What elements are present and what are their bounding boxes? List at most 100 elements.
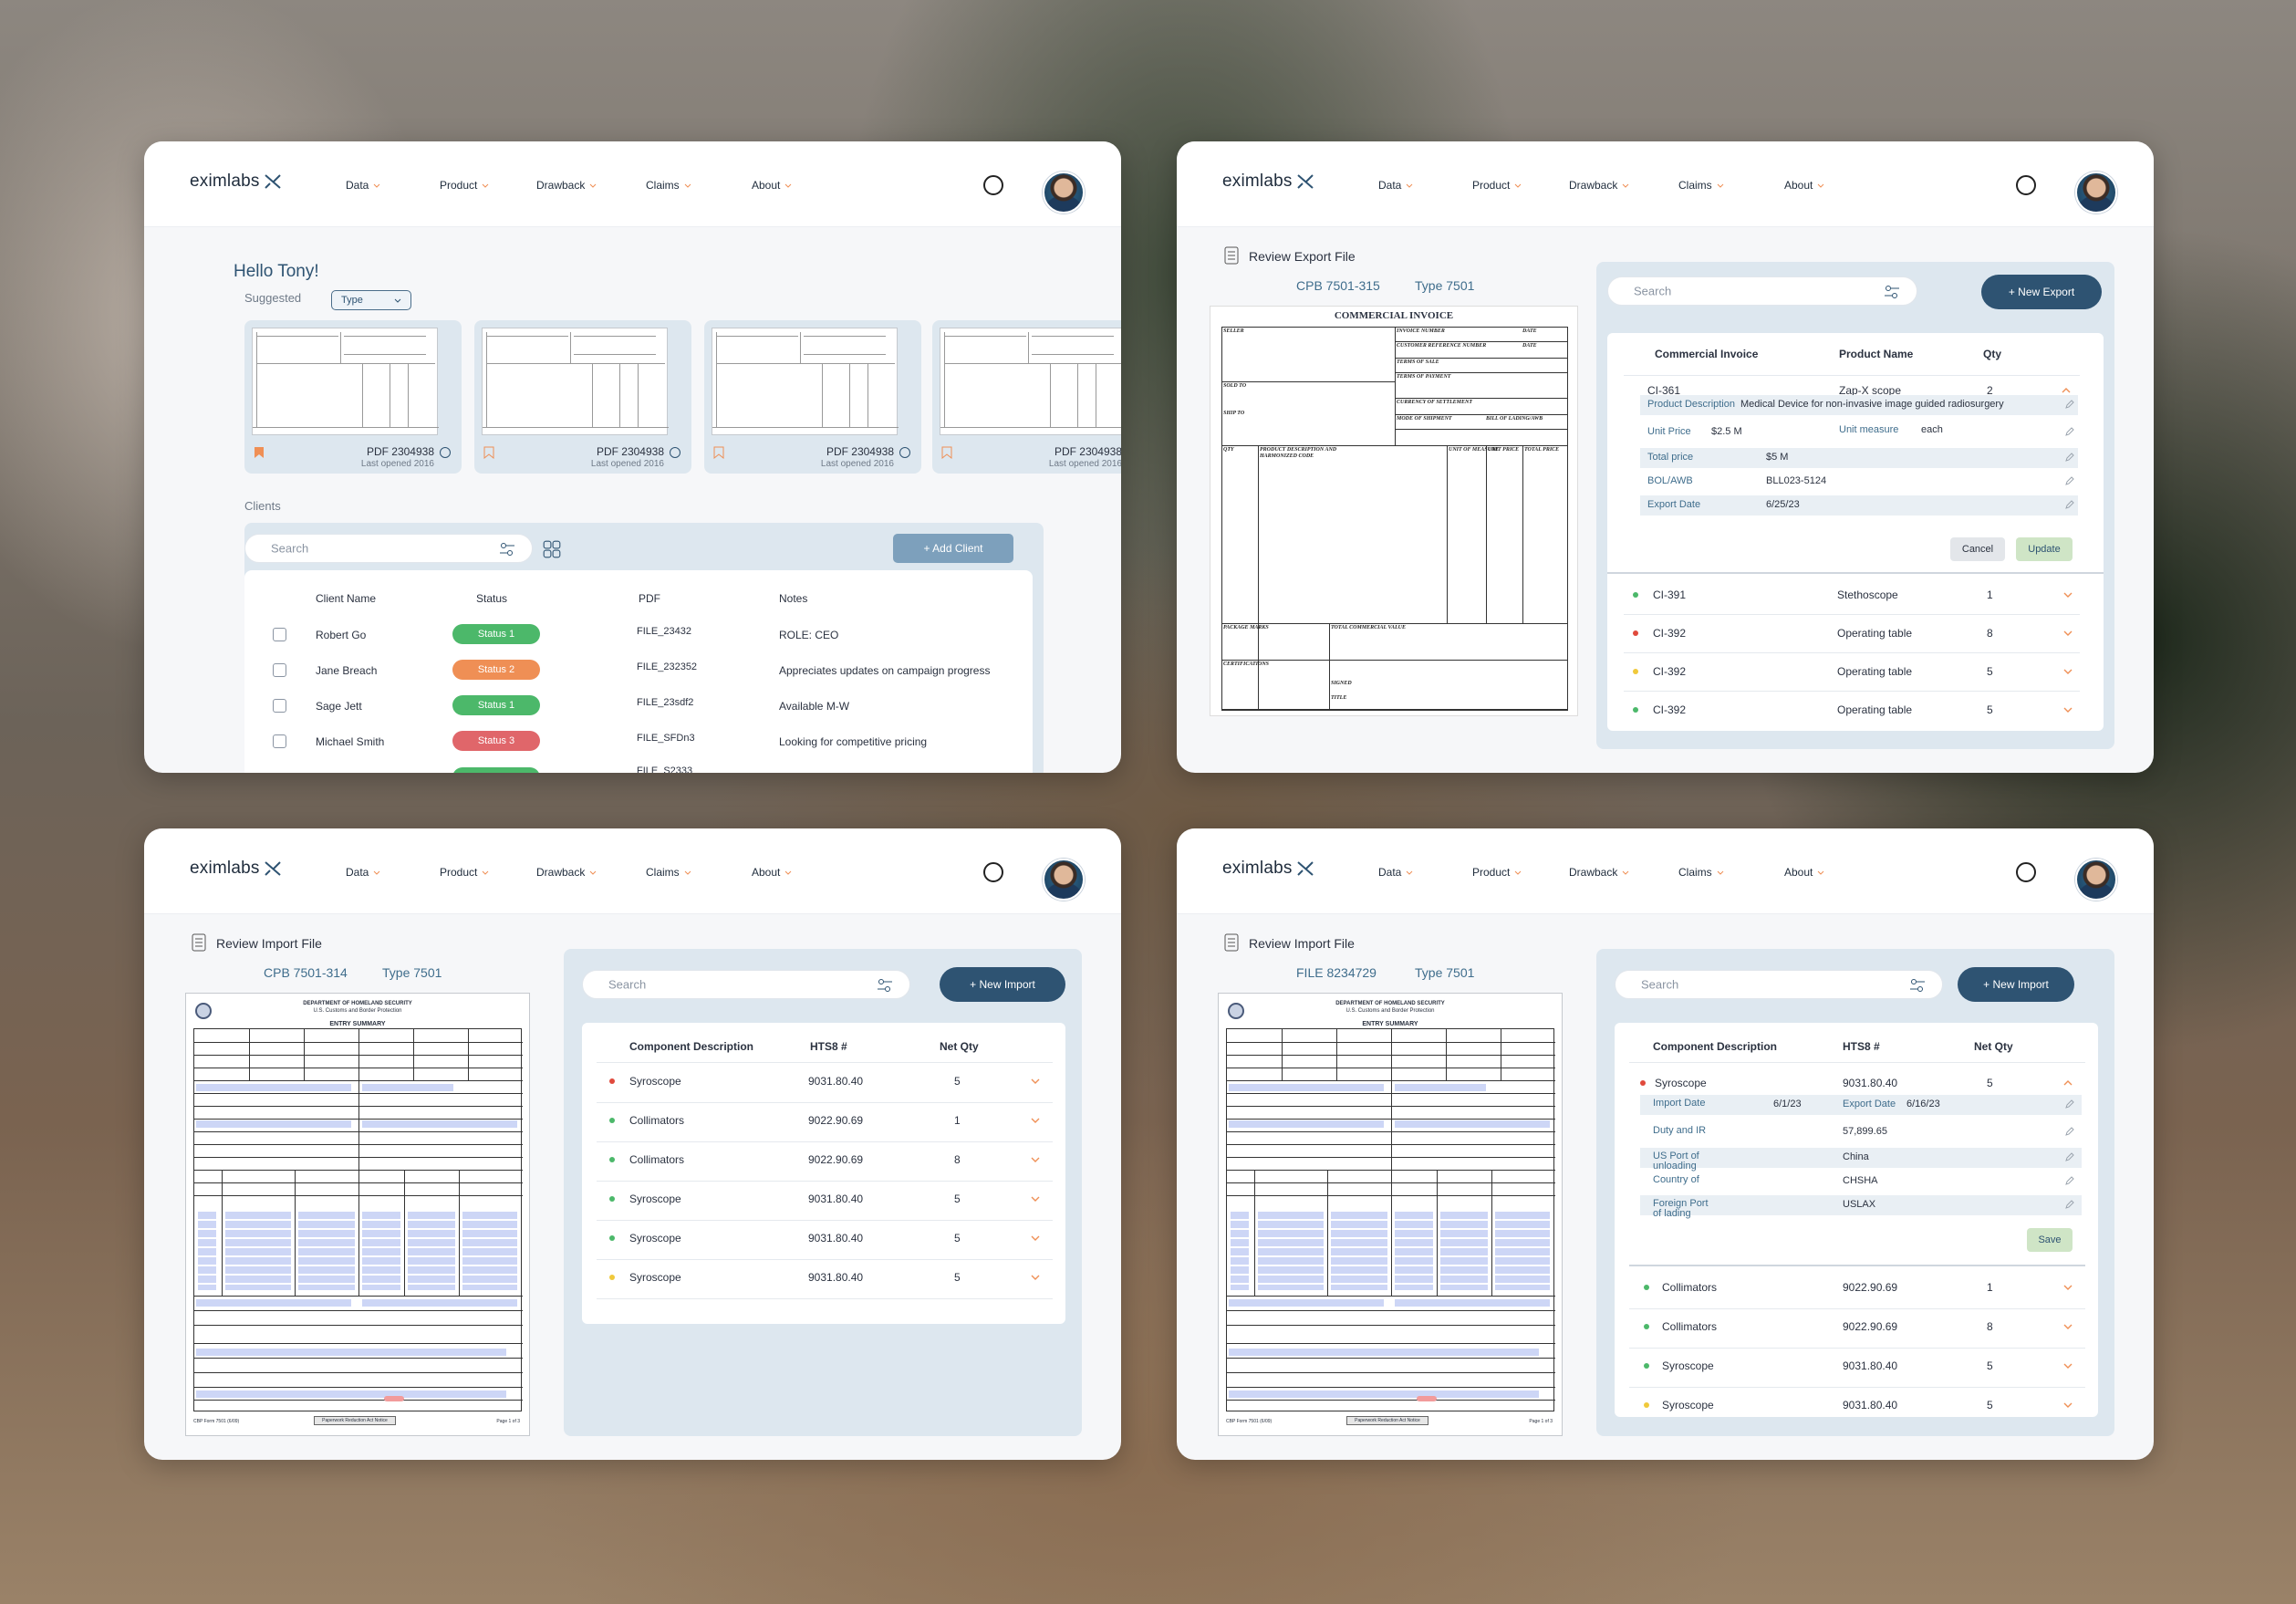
brand-logo[interactable]: eximlabs xyxy=(1222,859,1314,879)
chevron-down-icon[interactable] xyxy=(2063,1324,2073,1329)
nav-about[interactable]: About xyxy=(752,866,792,879)
avatar[interactable] xyxy=(1043,859,1085,901)
paperwork-notice-button[interactable]: Paperwork Reduction Act Notice xyxy=(314,1416,396,1425)
nav-product[interactable]: Product xyxy=(1472,866,1522,879)
search-icon[interactable] xyxy=(2016,175,2036,195)
edit-pencil-icon[interactable] xyxy=(2065,453,2074,462)
bookmark-icon[interactable] xyxy=(483,446,494,459)
edit-pencil-icon[interactable] xyxy=(2065,476,2074,485)
brand-logo[interactable]: eximlabs xyxy=(1222,172,1314,192)
brand-logo[interactable]: eximlabs xyxy=(190,172,282,192)
bookmark-icon[interactable] xyxy=(941,446,952,459)
update-button[interactable]: Update xyxy=(2016,537,2073,561)
row-checkbox[interactable] xyxy=(273,699,286,713)
nav-drawback[interactable]: Drawback xyxy=(1569,866,1629,879)
nav-drawback[interactable]: Drawback xyxy=(536,179,597,192)
chevron-down-icon[interactable] xyxy=(2063,630,2073,636)
suggested-card[interactable]: PDF 2304938 Last opened 2016 xyxy=(474,320,691,474)
chevron-down-icon[interactable] xyxy=(2063,1285,2073,1290)
nav-about[interactable]: About xyxy=(1784,866,1824,879)
edit-pencil-icon[interactable] xyxy=(2065,1127,2074,1136)
radio-icon[interactable] xyxy=(899,447,910,458)
edit-pencil-icon[interactable] xyxy=(2065,1200,2074,1209)
type-filter[interactable]: Type xyxy=(331,290,411,310)
paperwork-notice-button[interactable]: Paperwork Reduction Act Notice xyxy=(1346,1416,1429,1425)
search-icon[interactable] xyxy=(2016,862,2036,882)
nav-data[interactable]: Data xyxy=(1378,866,1413,879)
suggested-card[interactable]: PDF 2304938 Last opened 2016 xyxy=(244,320,462,474)
clients-search-input[interactable]: Search xyxy=(244,534,533,563)
row-checkbox[interactable] xyxy=(273,734,286,748)
chevron-down-icon[interactable] xyxy=(1031,1235,1040,1241)
status-badge[interactable]: Status 1 xyxy=(452,695,540,715)
nav-claims[interactable]: Claims xyxy=(1678,179,1724,192)
import-search-input[interactable]: Search xyxy=(1615,970,1943,999)
save-button[interactable]: Save xyxy=(2027,1228,2073,1252)
nav-data[interactable]: Data xyxy=(346,179,380,192)
nav-claims[interactable]: Claims xyxy=(646,866,691,879)
status-badge[interactable] xyxy=(452,767,540,773)
edit-pencil-icon[interactable] xyxy=(2065,1176,2074,1185)
suggested-card[interactable]: PDF 2304938 Last opened 2016 xyxy=(704,320,921,474)
chevron-down-icon[interactable] xyxy=(1031,1157,1040,1162)
nav-claims[interactable]: Claims xyxy=(1678,866,1724,879)
new-import-button[interactable]: + New Import xyxy=(940,967,1065,1002)
edit-pencil-icon[interactable] xyxy=(2065,1152,2074,1161)
chevron-down-icon[interactable] xyxy=(2063,1363,2073,1369)
status-badge[interactable]: Status 1 xyxy=(452,624,540,644)
bookmark-icon[interactable] xyxy=(254,446,265,459)
avatar[interactable] xyxy=(2075,859,2117,901)
avatar[interactable] xyxy=(2075,172,2117,214)
import-search-input[interactable]: Search xyxy=(582,970,910,999)
chevron-up-icon[interactable] xyxy=(2062,388,2071,393)
status-badge[interactable]: Status 3 xyxy=(452,731,540,751)
filter-sliders-icon[interactable] xyxy=(1884,285,1900,299)
nav-drawback[interactable]: Drawback xyxy=(536,866,597,879)
filter-sliders-icon[interactable] xyxy=(1909,978,1926,993)
radio-icon[interactable] xyxy=(440,447,451,458)
nav-drawback[interactable]: Drawback xyxy=(1569,179,1629,192)
add-client-button[interactable]: + Add Client xyxy=(893,534,1013,563)
status-badge[interactable]: Status 2 xyxy=(452,660,540,680)
entry-summary-form-preview[interactable]: DEPARTMENT OF HOMELAND SECURITY U.S. Cust… xyxy=(1218,993,1563,1436)
search-icon[interactable] xyxy=(983,175,1003,195)
edit-pencil-icon[interactable] xyxy=(2065,1099,2074,1109)
cancel-button[interactable]: Cancel xyxy=(1950,537,2005,561)
grid-view-icon[interactable] xyxy=(542,539,562,559)
nav-about[interactable]: About xyxy=(752,179,792,192)
edit-pencil-icon[interactable] xyxy=(2065,500,2074,509)
chevron-down-icon[interactable] xyxy=(1031,1275,1040,1280)
row-checkbox[interactable] xyxy=(273,663,286,677)
chevron-down-icon[interactable] xyxy=(2063,592,2073,598)
chevron-up-icon[interactable] xyxy=(2063,1080,2073,1086)
chevron-down-icon[interactable] xyxy=(2063,1402,2073,1408)
nav-data[interactable]: Data xyxy=(1378,179,1413,192)
chevron-down-icon[interactable] xyxy=(2063,669,2073,674)
avatar[interactable] xyxy=(1043,172,1085,214)
brand-logo[interactable]: eximlabs xyxy=(190,859,282,879)
nav-data[interactable]: Data xyxy=(346,866,380,879)
bookmark-icon[interactable] xyxy=(713,446,724,459)
radio-icon[interactable] xyxy=(670,447,680,458)
nav-claims[interactable]: Claims xyxy=(646,179,691,192)
nav-product[interactable]: Product xyxy=(440,866,489,879)
filter-sliders-icon[interactable] xyxy=(499,542,515,557)
nav-about[interactable]: About xyxy=(1784,179,1824,192)
edit-pencil-icon[interactable] xyxy=(2065,400,2074,409)
search-icon[interactable] xyxy=(983,862,1003,882)
chevron-down-icon[interactable] xyxy=(2063,707,2073,713)
edit-pencil-icon[interactable] xyxy=(2065,427,2074,436)
suggested-card[interactable]: PDF 2304938 Last opened 2016 xyxy=(932,320,1121,474)
row-checkbox[interactable] xyxy=(273,628,286,641)
export-search-input[interactable]: Search xyxy=(1607,276,1917,306)
entry-summary-form-preview[interactable]: DEPARTMENT OF HOMELAND SECURITY U.S. Cust… xyxy=(185,993,530,1436)
nav-product[interactable]: Product xyxy=(1472,179,1522,192)
chevron-down-icon[interactable] xyxy=(1031,1196,1040,1202)
commercial-invoice-preview[interactable]: COMMERCIAL INVOICE SELLER INVOICE NUMBER D… xyxy=(1210,306,1578,716)
new-export-button[interactable]: + New Export xyxy=(1981,275,2102,309)
chevron-down-icon[interactable] xyxy=(1031,1118,1040,1123)
nav-product[interactable]: Product xyxy=(440,179,489,192)
chevron-down-icon[interactable] xyxy=(1031,1078,1040,1084)
filter-sliders-icon[interactable] xyxy=(877,978,893,993)
new-import-button[interactable]: + New Import xyxy=(1958,967,2074,1002)
